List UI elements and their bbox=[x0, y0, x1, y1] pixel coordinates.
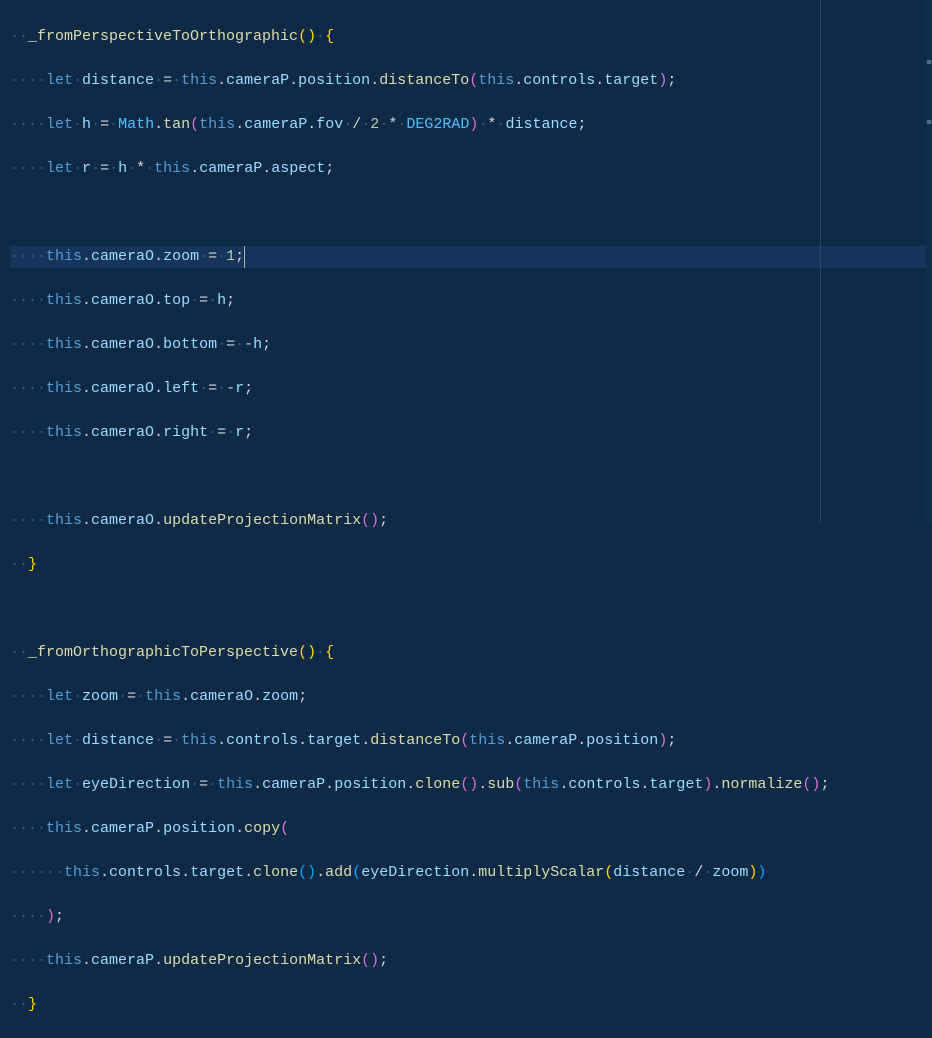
code-line[interactable]: ····let·distance·=·this.controls.target.… bbox=[10, 730, 932, 752]
method-name: _fromPerspectiveToOrthographic bbox=[28, 28, 298, 45]
variable: distance bbox=[82, 72, 154, 89]
minimap-mark bbox=[927, 120, 931, 124]
code-line[interactable]: ··_fromPerspectiveToOrthographic()·{ bbox=[10, 26, 932, 48]
keyword-let: let bbox=[46, 72, 73, 89]
code-line[interactable]: ··} bbox=[10, 994, 932, 1016]
brace-icon: } bbox=[28, 556, 37, 573]
code-line[interactable]: ····this.cameraO.right·=·r; bbox=[10, 422, 932, 444]
code-line[interactable]: ····this.cameraP.position.copy( bbox=[10, 818, 932, 840]
keyword-this: this bbox=[181, 72, 217, 89]
code-line[interactable]: ····let·h·=·Math.tan(this.cameraP.fov·/·… bbox=[10, 114, 932, 136]
code-line[interactable]: ····this.cameraO.updateProjectionMatrix(… bbox=[10, 510, 932, 532]
brace-icon: { bbox=[325, 28, 334, 45]
constant: DEG2RAD bbox=[406, 116, 469, 133]
text-cursor bbox=[244, 246, 245, 268]
code-line[interactable]: ····let·r·=·h·*·this.cameraP.aspect; bbox=[10, 158, 932, 180]
paren-icon: ) bbox=[658, 72, 667, 89]
code-line[interactable]: ····this.cameraP.updateProjectionMatrix(… bbox=[10, 950, 932, 972]
blank-line[interactable] bbox=[10, 598, 932, 620]
number: 2 bbox=[370, 116, 379, 133]
editor-ruler bbox=[820, 0, 821, 523]
method-name: _fromOrthographicToPerspective bbox=[28, 644, 298, 661]
code-editor[interactable]: ··_fromPerspectiveToOrthographic()·{ ···… bbox=[0, 0, 932, 1038]
code-line[interactable]: ····); bbox=[10, 906, 932, 928]
paren-icon: () bbox=[298, 28, 316, 45]
paren-icon: ( bbox=[469, 72, 478, 89]
code-line[interactable]: ··_fromOrthographicToPerspective()·{ bbox=[10, 642, 932, 664]
code-line[interactable]: ····let·distance·=·this.cameraP.position… bbox=[10, 70, 932, 92]
code-line[interactable]: ····this.cameraO.top·=·h; bbox=[10, 290, 932, 312]
code-line[interactable]: ····let·eyeDirection·=·this.cameraP.posi… bbox=[10, 774, 932, 796]
whitespace: ·· bbox=[10, 28, 28, 45]
whitespace: · bbox=[316, 28, 325, 45]
minimap-mark bbox=[927, 60, 931, 64]
code-line[interactable]: ····this.cameraO.left·=·-r; bbox=[10, 378, 932, 400]
blank-line[interactable] bbox=[10, 466, 932, 488]
code-line[interactable]: ····this.cameraO.bottom·=·-h; bbox=[10, 334, 932, 356]
global: Math bbox=[118, 116, 154, 133]
code-line[interactable]: ··} bbox=[10, 554, 932, 576]
property: cameraP bbox=[226, 72, 289, 89]
minimap-scrollbar[interactable] bbox=[926, 0, 932, 523]
operator: = bbox=[163, 72, 172, 89]
semicolon: ; bbox=[667, 72, 676, 89]
code-line[interactable]: ······this.controls.target.clone().add(e… bbox=[10, 862, 932, 884]
method: distanceTo bbox=[379, 72, 469, 89]
blank-line[interactable] bbox=[10, 202, 932, 224]
code-line-current[interactable]: ····this.cameraO.zoom·=·1; bbox=[10, 246, 932, 268]
property: position bbox=[298, 72, 370, 89]
code-line[interactable]: ····let·zoom·=·this.cameraO.zoom; bbox=[10, 686, 932, 708]
whitespace: ···· bbox=[10, 72, 46, 89]
